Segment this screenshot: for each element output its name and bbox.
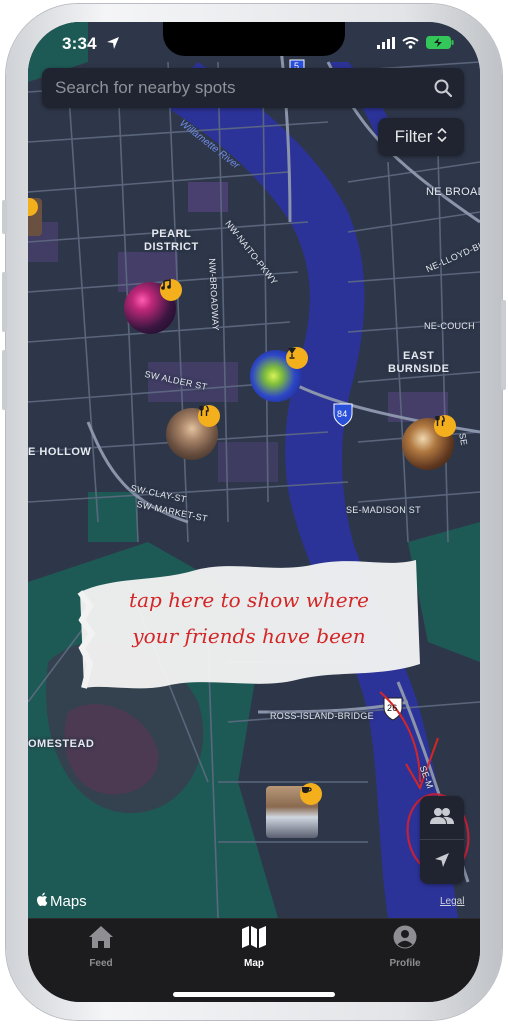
map-icon	[241, 925, 267, 954]
search-bar[interactable]	[42, 68, 464, 108]
area-label-pearl-district: PEARL DISTRICT	[144, 228, 199, 253]
location-services-icon	[106, 36, 120, 55]
cellular-signal-icon	[377, 36, 395, 54]
area-label-homestead: OMESTEAD	[28, 738, 95, 750]
apple-logo-icon	[36, 892, 49, 911]
maps-attribution: Maps	[36, 892, 87, 911]
map-pin-food[interactable]	[402, 415, 462, 474]
volume-up-button	[2, 272, 7, 332]
music-icon	[160, 279, 182, 301]
person-icon	[393, 925, 417, 954]
friends-icon	[430, 807, 454, 830]
dynamic-notch	[163, 22, 345, 56]
utensils-icon	[434, 415, 456, 437]
map-view[interactable]: 5 84 26 Willamette River PEARL DISTRICT …	[28, 22, 480, 918]
wifi-icon	[402, 36, 419, 54]
street-label-ne-broadway: NE BROAD	[426, 186, 480, 198]
map-pin-restaurant-friend[interactable]	[166, 405, 226, 464]
current-location-button[interactable]	[420, 840, 464, 884]
area-label-east-burnside: EAST BURNSIDE	[388, 350, 450, 375]
street-label-madison: SE-MADISON ST	[346, 505, 421, 515]
tab-profile-label: Profile	[389, 958, 421, 969]
shield-label-84: 84	[337, 409, 348, 419]
tab-map-label: Map	[244, 958, 264, 969]
mute-switch	[2, 200, 7, 234]
annotation-line-1: tap here to show where	[129, 588, 369, 612]
map-controls	[420, 796, 464, 884]
maps-attribution-label: Maps	[50, 893, 87, 910]
home-icon	[88, 925, 114, 954]
map-pin-concert[interactable]	[124, 279, 184, 338]
tutorial-annotation: tap here to show where your friends have…	[76, 546, 422, 696]
show-friends-button[interactable]	[420, 796, 464, 840]
tab-bar: Feed Map Profile	[28, 918, 480, 1002]
power-button	[501, 300, 506, 390]
area-label-hollow: E HOLLOW	[28, 446, 92, 458]
search-input[interactable]	[42, 77, 432, 99]
annotation-line-2: your friends have been	[132, 624, 366, 648]
filter-label: Filter	[394, 127, 433, 146]
street-label-ross-island: ROSS-ISLAND-BRIDGE	[270, 711, 374, 721]
legal-link[interactable]: Legal	[440, 896, 464, 907]
utensils-icon	[198, 405, 220, 427]
tab-feed-label: Feed	[89, 958, 113, 969]
location-arrow-icon	[433, 851, 451, 874]
shield-label-26: 26	[387, 703, 398, 713]
map-pin-partial[interactable]	[28, 198, 44, 238]
map-pin-cocktail[interactable]	[250, 347, 310, 406]
tab-profile[interactable]: Profile	[360, 925, 450, 969]
filter-button[interactable]: Filter	[378, 118, 464, 156]
battery-charging-icon	[426, 36, 454, 54]
coffee-icon	[300, 783, 322, 805]
chevron-up-down-icon	[437, 127, 447, 147]
screen: 5 84 26 Willamette River PEARL DISTRICT …	[28, 22, 480, 1002]
volume-down-button	[2, 350, 7, 410]
drink-icon	[286, 347, 308, 369]
map-pin-cafe[interactable]	[266, 783, 326, 842]
search-icon[interactable]	[432, 77, 454, 99]
status-time: 3:34	[62, 34, 97, 53]
home-indicator[interactable]	[173, 992, 335, 997]
street-label-couch: NE-COUCH	[424, 321, 475, 331]
tab-feed[interactable]: Feed	[56, 925, 146, 969]
tab-map[interactable]: Map	[209, 925, 299, 969]
